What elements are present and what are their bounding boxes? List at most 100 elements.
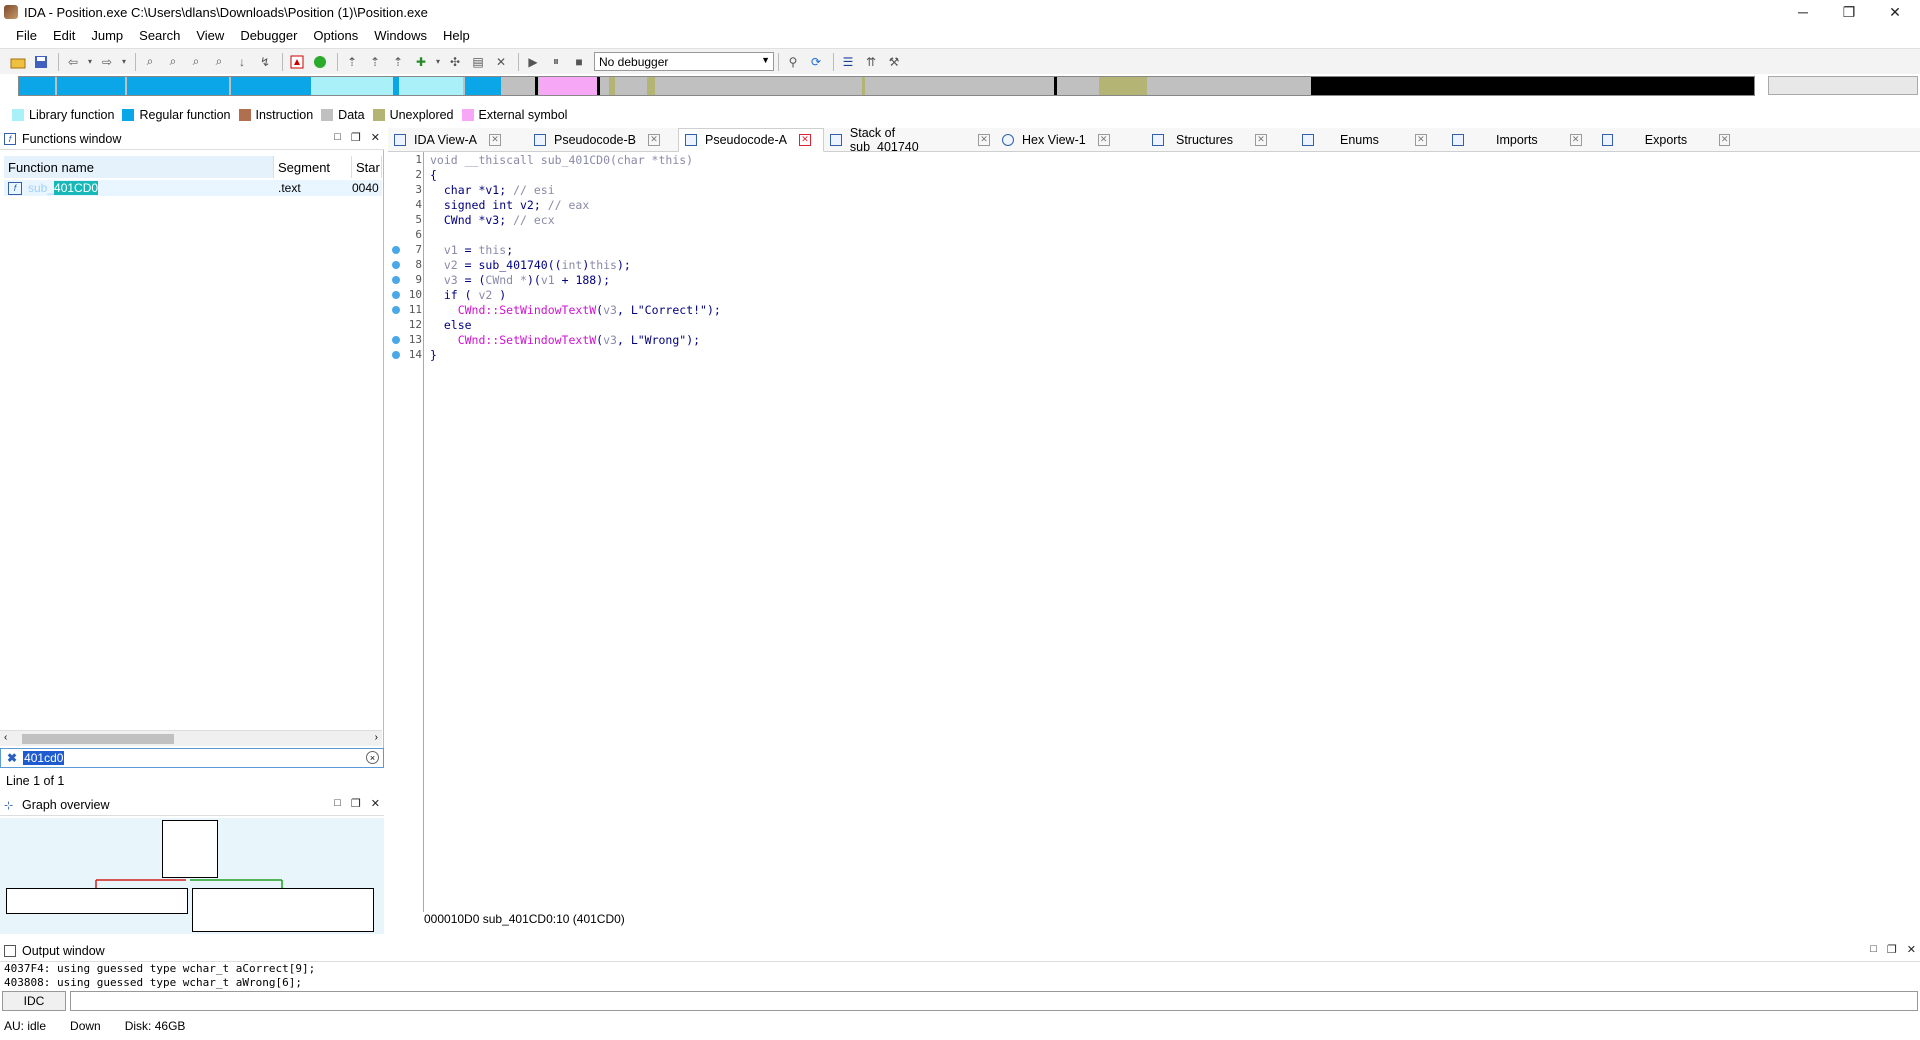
filter-input[interactable]: 401cd0 xyxy=(23,751,65,765)
code-line[interactable]: { xyxy=(430,168,437,183)
code-line[interactable]: v2 = sub_401740((int)this); xyxy=(430,258,631,273)
save-icon[interactable] xyxy=(31,52,51,72)
tab-exports[interactable]: Exports ✕ xyxy=(1596,128,1736,152)
menu-windows[interactable]: Windows xyxy=(366,28,435,43)
navigation-band[interactable] xyxy=(18,76,1755,96)
open-file-icon[interactable] xyxy=(8,52,28,72)
code-line[interactable]: } xyxy=(430,348,437,363)
breakpoint-dot-icon[interactable] xyxy=(392,276,400,284)
tab-enums[interactable]: Enums ✕ xyxy=(1296,128,1446,152)
tab-pseudocode-a[interactable]: Pseudocode-A ✕ xyxy=(678,127,824,152)
code-line[interactable]: char *v1; // esi xyxy=(430,183,555,198)
tab-hex-view-1[interactable]: Hex View-1 ✕ xyxy=(996,128,1146,152)
menu-view[interactable]: View xyxy=(188,28,232,43)
code-line[interactable]: CWnd *v3; // ecx xyxy=(430,213,555,228)
float-icon[interactable]: ❐ xyxy=(1887,943,1897,956)
scrollbar-thumb[interactable] xyxy=(22,734,174,744)
tab-structures[interactable]: Structures ✕ xyxy=(1146,128,1296,152)
restore-icon[interactable]: □ xyxy=(334,797,341,810)
tools-icon[interactable]: ⚒ xyxy=(884,52,904,72)
clear-filter-icon[interactable]: × xyxy=(366,751,379,764)
menu-debugger[interactable]: Debugger xyxy=(232,28,305,43)
breakpoint-dot-icon[interactable] xyxy=(392,291,400,299)
restore-button[interactable]: ❐ xyxy=(1826,0,1872,24)
debug-options-icon[interactable]: ⟳ xyxy=(806,52,826,72)
close-icon[interactable]: ✕ xyxy=(1907,943,1916,956)
forward-arrow-icon[interactable]: ⇨ xyxy=(97,52,117,72)
green-circle-icon[interactable] xyxy=(310,52,330,72)
close-tab-icon[interactable]: ✕ xyxy=(1414,133,1427,146)
graph-node[interactable] xyxy=(192,888,374,932)
close-tab-icon[interactable]: ✕ xyxy=(1097,133,1110,146)
scroll-right-icon[interactable]: › xyxy=(375,732,378,743)
delete-icon[interactable]: ✕ xyxy=(491,52,511,72)
breakpoint-dot-icon[interactable] xyxy=(392,336,400,344)
close-tab-icon[interactable]: ✕ xyxy=(648,133,661,146)
search-text-icon[interactable]: ⌕ xyxy=(163,52,183,72)
search-binary-icon[interactable]: ⌕ xyxy=(140,52,160,72)
dropdown-arrow-icon[interactable]: ▾ xyxy=(120,52,128,72)
breakpoint-dot-icon[interactable] xyxy=(392,246,400,254)
dropdown-arrow-icon[interactable]: ▾ xyxy=(434,52,442,72)
menu-search[interactable]: Search xyxy=(131,28,188,43)
graph-node[interactable] xyxy=(6,888,188,914)
tab-stack-of-sub-401740[interactable]: Stack of sub_401740 ✕ xyxy=(824,126,996,154)
column-function-name[interactable]: Function name xyxy=(4,156,274,178)
debugger-select[interactable]: No debugger ▼ xyxy=(594,52,774,71)
menu-jump[interactable]: Jump xyxy=(83,28,131,43)
graph-icon[interactable] xyxy=(287,52,307,72)
functions-list-icon[interactable]: ☰ xyxy=(838,52,858,72)
close-tab-icon[interactable]: ✕ xyxy=(978,133,990,146)
table-row[interactable]: f sub_ 401CD0 .text 0040 xyxy=(4,180,382,196)
tab-pseudocode-b[interactable]: Pseudocode-B ✕ xyxy=(528,128,678,152)
code-line[interactable]: else xyxy=(430,318,472,333)
menu-edit[interactable]: Edit xyxy=(45,28,83,43)
debug-attach-icon[interactable]: ⚲ xyxy=(783,52,803,72)
restore-icon[interactable]: □ xyxy=(1870,943,1877,956)
command-input[interactable] xyxy=(70,991,1918,1011)
search-immediate-icon[interactable]: ⌕ xyxy=(186,52,206,72)
menu-options[interactable]: Options xyxy=(305,28,366,43)
breakpoint-dot-icon[interactable] xyxy=(392,261,400,269)
code-line[interactable]: if ( v2 ) xyxy=(430,288,506,303)
minimize-button[interactable]: ─ xyxy=(1780,0,1826,24)
stop-icon[interactable]: ■ xyxy=(569,52,589,72)
breakpoint-dot-icon[interactable] xyxy=(392,351,400,359)
back-arrow-icon[interactable]: ⇦ xyxy=(63,52,83,72)
code-line[interactable]: CWnd::SetWindowTextW(v3, L"Wrong"); xyxy=(430,333,700,348)
breakpoint-dot-icon[interactable] xyxy=(392,306,400,314)
code-line[interactable]: v1 = this; xyxy=(430,243,513,258)
close-window-button[interactable]: ✕ xyxy=(1872,0,1918,24)
close-tab-icon[interactable]: ✕ xyxy=(1254,133,1267,146)
close-icon[interactable]: ✕ xyxy=(371,131,380,144)
xref-icon[interactable]: ⇡ xyxy=(342,52,362,72)
idc-button[interactable]: IDC xyxy=(2,991,66,1011)
search-next-icon[interactable]: ⌕ xyxy=(209,52,229,72)
code-line[interactable]: CWnd::SetWindowTextW(v3, L"Correct!"); xyxy=(430,303,721,318)
restore-icon[interactable]: □ xyxy=(334,131,341,144)
graph-overview-canvas[interactable] xyxy=(0,818,384,934)
menu-help[interactable]: Help xyxy=(435,28,478,43)
code-line[interactable]: v3 = (CWnd *)(v1 + 188); xyxy=(430,273,610,288)
tab-ida-view-a[interactable]: IDA View-A ✕ xyxy=(388,128,528,152)
xref-from-icon[interactable]: ⇡ xyxy=(365,52,385,72)
convert-icon[interactable]: ↯ xyxy=(255,52,275,72)
close-tab-icon[interactable]: ✕ xyxy=(1569,133,1582,146)
close-tab-icon[interactable]: ✕ xyxy=(1719,133,1730,146)
graph-node[interactable] xyxy=(162,820,218,878)
xref-to-icon[interactable]: ⇡ xyxy=(388,52,408,72)
pseudocode-view[interactable]: 1 2 3 4 5 6 7 8 9 10 11 12 13 14 void __thiscall sub_… xyxy=(388,152,1920,912)
patch-icon[interactable]: ▤ xyxy=(468,52,488,72)
close-tab-icon[interactable]: ✕ xyxy=(799,133,812,146)
horizontal-scrollbar[interactable]: ‹ › xyxy=(0,730,382,746)
add-icon[interactable]: ✚ xyxy=(411,52,431,72)
tab-imports[interactable]: Imports ✕ xyxy=(1446,128,1596,152)
close-filter-icon[interactable]: ✖ xyxy=(7,751,17,765)
scroll-left-icon[interactable]: ‹ xyxy=(4,732,7,743)
down-arrow-icon[interactable]: ↓ xyxy=(232,52,252,72)
column-start[interactable]: Star xyxy=(352,156,382,178)
pause-icon[interactable]: ⏸ xyxy=(546,52,566,72)
menu-file[interactable]: File xyxy=(8,28,45,43)
dropdown-arrow-icon[interactable]: ▾ xyxy=(86,52,94,72)
play-icon[interactable]: ▶ xyxy=(523,52,543,72)
